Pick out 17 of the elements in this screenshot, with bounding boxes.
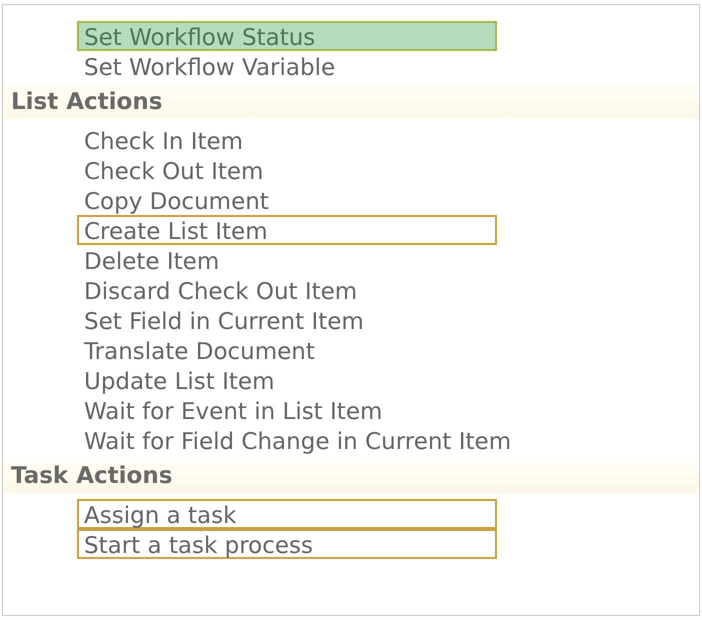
action-item[interactable]: Wait for Field Change in Current Item — [77, 425, 518, 455]
action-item[interactable]: Assign a task — [77, 499, 497, 529]
action-item[interactable]: Check Out Item — [77, 155, 270, 185]
action-item[interactable]: Set Workflow Variable — [77, 51, 342, 81]
section-header: List Actions — [11, 88, 162, 117]
section-header: Task Actions — [11, 462, 172, 491]
action-item[interactable]: Wait for Event in List Item — [77, 395, 390, 425]
action-item[interactable]: Delete Item — [77, 245, 226, 275]
action-item[interactable]: Create List Item — [77, 215, 497, 245]
action-item[interactable]: Translate Document — [77, 335, 322, 365]
action-item[interactable]: Set Workflow Status — [77, 21, 497, 51]
action-item[interactable]: Discard Check Out Item — [77, 275, 364, 305]
action-item[interactable]: Update List Item — [77, 365, 282, 395]
action-item[interactable]: Set Field in Current Item — [77, 305, 371, 335]
action-item[interactable]: Start a task process — [77, 529, 497, 559]
action-item[interactable]: Check In Item — [77, 125, 250, 155]
action-item[interactable]: Copy Document — [77, 185, 276, 215]
